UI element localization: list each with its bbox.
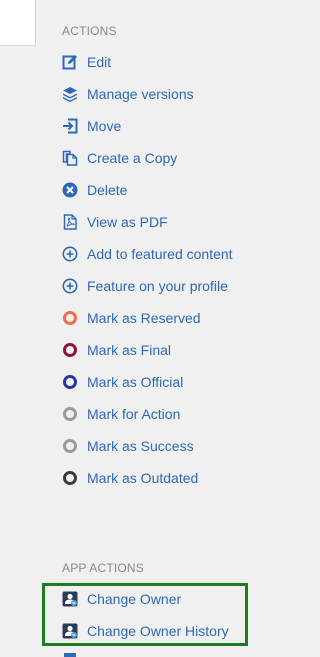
copy-icon	[62, 150, 78, 166]
delete-action[interactable]: Delete	[62, 180, 127, 200]
edit-label: Edit	[87, 54, 112, 70]
delete-icon	[62, 182, 78, 198]
mark-as-official-label: Mark as Official	[87, 374, 184, 390]
mark-as-outdated-action[interactable]: Mark as Outdated	[62, 468, 198, 488]
pdf-icon	[62, 214, 78, 230]
mark-as-reserved-label: Mark as Reserved	[87, 310, 201, 326]
layers-icon	[62, 86, 78, 102]
ring-icon	[62, 310, 78, 326]
ring-icon	[62, 470, 78, 486]
mark-as-final-action[interactable]: Mark as Final	[62, 340, 171, 360]
edit-action[interactable]: Edit	[62, 52, 111, 72]
delete-label: Delete	[87, 182, 128, 198]
mark-as-outdated-label: Mark as Outdated	[87, 470, 199, 486]
feature-on-profile-action[interactable]: Feature on your profile	[62, 276, 228, 296]
mark-as-official-action[interactable]: Mark as Official	[62, 372, 183, 392]
move-label: Move	[87, 118, 122, 134]
create-copy-action[interactable]: Create a Copy	[62, 148, 177, 168]
plus-circle-icon	[62, 246, 78, 262]
manage-versions-label: Manage versions	[87, 86, 194, 102]
content-panel-edge	[0, 0, 36, 46]
actions-section-title: ACTIONS	[62, 24, 117, 38]
change-owner-label: Change Owner	[87, 591, 182, 607]
ring-icon	[62, 342, 78, 358]
add-to-featured-action[interactable]: Add to featured content	[62, 244, 233, 264]
change-owner-icon	[62, 591, 78, 607]
add-to-featured-label: Add to featured content	[87, 246, 233, 262]
change-owner-history-label: Change Owner History	[87, 623, 229, 639]
edit-icon	[62, 54, 78, 70]
feature-on-profile-label: Feature on your profile	[87, 278, 228, 294]
ring-icon	[62, 406, 78, 422]
change-owner-action[interactable]: Change Owner	[62, 589, 181, 609]
app-actions-section-title: APP ACTIONS	[62, 561, 145, 575]
ring-icon	[62, 438, 78, 454]
create-copy-label: Create a Copy	[87, 150, 178, 166]
change-owner-icon	[62, 623, 78, 639]
plus-circle-icon	[62, 278, 78, 294]
change-owner-history-action[interactable]: Change Owner History	[62, 621, 229, 641]
ring-icon	[62, 374, 78, 390]
mark-as-success-action[interactable]: Mark as Success	[62, 436, 194, 456]
mark-as-success-label: Mark as Success	[87, 438, 194, 454]
next-action-icon	[64, 653, 76, 657]
manage-versions-action[interactable]: Manage versions	[62, 84, 194, 104]
mark-for-action-action[interactable]: Mark for Action	[62, 404, 180, 424]
move-action[interactable]: Move	[62, 116, 121, 136]
view-as-pdf-action[interactable]: View as PDF	[62, 212, 168, 232]
mark-for-action-label: Mark for Action	[87, 406, 181, 422]
mark-as-final-label: Mark as Final	[87, 342, 172, 358]
view-as-pdf-label: View as PDF	[87, 214, 168, 230]
move-icon	[62, 118, 78, 134]
mark-as-reserved-action[interactable]: Mark as Reserved	[62, 308, 201, 328]
